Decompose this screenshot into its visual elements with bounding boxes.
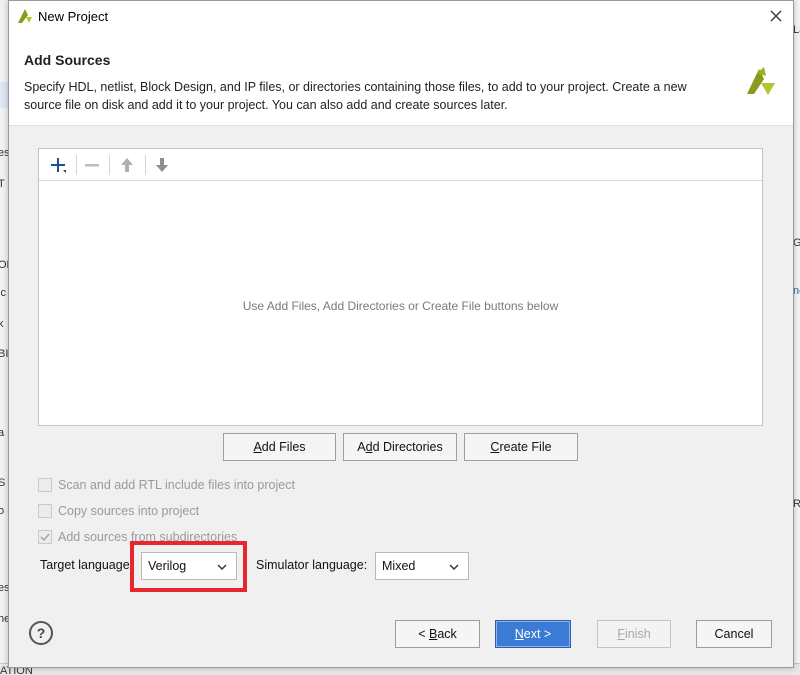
add-source-button[interactable] [45, 153, 71, 177]
minus-icon [85, 164, 99, 167]
copy-sources-option[interactable]: Copy sources into project [38, 502, 199, 520]
page-description: Specify HDL, netlist, Block Design, and … [24, 80, 687, 112]
toolbar-separator [109, 155, 110, 175]
move-up-button[interactable] [114, 153, 140, 177]
close-icon [770, 10, 782, 22]
button-label: d Directories [372, 440, 443, 454]
simulator-language-label: Simulator language: [256, 558, 368, 572]
toolbar-separator [145, 155, 146, 175]
vivado-logo-icon [747, 67, 775, 95]
help-icon: ? [36, 625, 46, 641]
background-fragment: a [0, 427, 4, 439]
button-label: ext > [523, 627, 552, 641]
empty-sources-message: Use Add Files, Add Directories or Create… [242, 299, 559, 313]
add-subdirectories-checkbox[interactable] [38, 530, 52, 544]
background-fragment: k [0, 318, 4, 330]
add-files-button[interactable]: Add Files [223, 433, 336, 461]
finish-button[interactable]: Finish [597, 620, 671, 648]
page-header: Add Sources Specify HDL, netlist, Block … [9, 31, 793, 126]
title-bar: New Project [9, 1, 793, 31]
create-file-button[interactable]: Create File [464, 433, 578, 461]
scan-rtl-include-option[interactable]: Scan and add RTL include files into proj… [38, 476, 295, 494]
background-right-panel: La G ne Ro [793, 0, 800, 675]
background-fragment: ic [0, 287, 6, 299]
arrow-down-icon [156, 158, 168, 172]
background-fragment: ne [793, 285, 800, 297]
page-title: Add Sources [24, 52, 111, 68]
back-button[interactable]: < Back [395, 620, 480, 648]
button-label: < [418, 627, 429, 641]
button-label: ack [437, 627, 457, 641]
sources-panel: Use Add Files, Add Directories or Create… [38, 148, 763, 426]
cancel-button[interactable]: Cancel [696, 620, 772, 648]
copy-sources-checkbox[interactable] [38, 504, 52, 518]
vivado-logo-icon [18, 9, 32, 23]
checkmark-icon [40, 533, 50, 542]
background-fragment: Ro [794, 498, 800, 510]
window-title: New Project [38, 9, 109, 24]
background-fragment: G [794, 237, 800, 249]
option-label: Copy sources into project [58, 504, 200, 518]
button-label-mnemonic: F [617, 627, 625, 641]
button-label: inish [624, 627, 651, 641]
option-label: Scan and add RTL include files into proj… [58, 478, 295, 492]
button-label: dd Files [261, 440, 306, 454]
background-fragment: o [0, 505, 4, 517]
scan-rtl-include-checkbox[interactable] [38, 478, 52, 492]
remove-source-button[interactable] [79, 153, 105, 177]
background-fragment: La [793, 24, 800, 36]
help-button[interactable]: ? [29, 621, 53, 645]
toolbar-separator [76, 155, 77, 175]
sources-toolbar [39, 149, 762, 181]
new-project-dialog: New Project Add Sources Specify HDL, net… [8, 0, 794, 668]
background-fragment: S [0, 477, 5, 489]
button-label-mnemonic: N [514, 627, 524, 641]
arrow-up-icon [121, 158, 133, 172]
chevron-down-icon [449, 564, 459, 570]
button-label-mnemonic: A [253, 440, 262, 454]
move-down-button[interactable] [149, 153, 175, 177]
highlight-annotation [130, 541, 247, 592]
close-button[interactable] [763, 4, 789, 28]
simulator-language-value: Mixed [382, 559, 416, 573]
simulator-language-select[interactable]: Mixed [375, 552, 469, 580]
plus-icon [51, 158, 66, 173]
target-language-label: Target language: [40, 558, 134, 572]
button-label: A [357, 440, 366, 454]
background-fragment: T [0, 178, 5, 190]
next-button[interactable]: Next > [495, 620, 571, 648]
button-label: reate File [499, 440, 552, 454]
add-directories-button[interactable]: Add Directories [343, 433, 457, 461]
button-label-mnemonic: d [365, 440, 373, 454]
